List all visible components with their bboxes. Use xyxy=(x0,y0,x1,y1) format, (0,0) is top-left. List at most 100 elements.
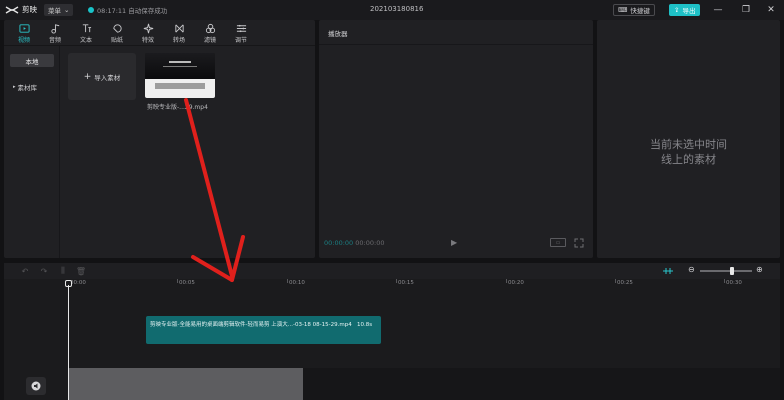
tab-sticker[interactable]: 贴纸 xyxy=(103,22,131,44)
clip-title: 剪映专业版-全能易用的桌面端剪辑软件-轻而易剪 上演大...-03-18 08-… xyxy=(150,322,352,328)
split-button[interactable]: ⫼ xyxy=(58,266,68,276)
play-button[interactable]: ▶ xyxy=(451,238,457,247)
tab-label: 音频 xyxy=(48,36,61,44)
shortcut-label: 快捷键 xyxy=(630,7,650,15)
export-label: 导出 xyxy=(682,7,696,15)
ruler-label: 00:00 xyxy=(70,280,86,286)
zoom-in-icon[interactable]: ⊕ xyxy=(756,265,763,274)
maximize-button[interactable]: ❐ xyxy=(739,3,753,17)
autosave-dot-icon xyxy=(88,7,94,13)
shortcut-button[interactable]: ⌨ 快捷键 xyxy=(613,4,655,16)
tab-label: 文本 xyxy=(79,36,92,44)
total-time: 00:00:00 xyxy=(355,239,385,247)
ruler-label: 00:15 xyxy=(398,280,414,286)
track-audio-button[interactable] xyxy=(26,377,46,395)
timeline-panel: ↶ ↷ ⫼ 🗑 ⊖ ⊕ 00:00 00:05 00:10 00:15 00:2… xyxy=(4,263,780,400)
media-thumbnail-label: 剪映专业版-...29.mp4 xyxy=(147,104,208,111)
split-icon: ⫼ xyxy=(61,266,65,275)
player-title: 播放器 xyxy=(328,30,348,38)
fullscreen-icon[interactable] xyxy=(574,238,584,248)
tab-video[interactable]: 视频 xyxy=(10,22,38,44)
effects-icon xyxy=(143,23,153,33)
player-time-readout: 00:00:00 00:00:00 xyxy=(324,239,384,247)
media-thumbnail[interactable] xyxy=(145,53,215,98)
zoom-controls: ⊖ ⊕ xyxy=(662,265,766,277)
zoom-slider[interactable] xyxy=(700,270,752,272)
ruler-label: 00:20 xyxy=(508,280,524,286)
redo-icon: ↷ xyxy=(40,266,48,276)
sidebar-item-label: 素材库 xyxy=(17,83,38,92)
delete-icon: 🗑 xyxy=(75,266,87,276)
minimize-icon: — xyxy=(713,5,723,15)
sidebar-item-label: 本地 xyxy=(25,57,39,66)
minimize-button[interactable]: — xyxy=(711,3,725,17)
empty-selection-message: 当前未选中时间 线上的素材 xyxy=(597,137,780,167)
tab-label: 转场 xyxy=(172,36,185,44)
video-icon xyxy=(18,23,30,33)
clip-duration: 10.8s xyxy=(357,322,373,328)
delete-button[interactable]: 🗑 xyxy=(76,266,86,276)
close-button[interactable]: ✕ xyxy=(764,3,778,17)
undo-icon: ↶ xyxy=(21,266,29,276)
transition-icon xyxy=(174,24,184,32)
asset-toolbar: 视频 音频 文本 贴纸 特效 转场 滤镜 调节 xyxy=(4,20,315,46)
playhead[interactable] xyxy=(68,285,69,400)
chevron-down-icon: ⌄ xyxy=(64,6,70,14)
timeline-video-clip[interactable]: 剪映专业版-全能易用的桌面端剪辑软件-轻而易剪 上演大...-03-18 08-… xyxy=(146,316,381,344)
play-icon: ▶ xyxy=(451,238,458,247)
link-tracks-icon[interactable] xyxy=(662,266,674,276)
text-icon xyxy=(82,23,91,32)
media-panel: 视频 音频 文本 贴纸 特效 转场 滤镜 调节 本地 ▸ 素材库 + 导入素材 … xyxy=(4,20,315,258)
autosave-status: 08:17:11 自动保存成功 xyxy=(88,5,167,15)
ruler-label: 00:10 xyxy=(289,280,305,286)
app-logo: 剪映 xyxy=(5,4,37,15)
zoom-out-icon[interactable]: ⊖ xyxy=(688,265,695,274)
caret-right-icon: ▸ xyxy=(13,83,16,90)
capcut-logo-icon xyxy=(5,5,19,14)
main-track-clip[interactable] xyxy=(68,368,303,400)
tab-filter[interactable]: 滤镜 xyxy=(196,22,224,44)
tab-text[interactable]: 文本 xyxy=(72,22,100,44)
tab-transition[interactable]: 转场 xyxy=(165,22,193,44)
redo-button[interactable]: ↷ xyxy=(39,266,49,276)
tab-audio[interactable]: 音频 xyxy=(41,22,69,44)
menu-label: 菜单 xyxy=(48,7,61,15)
adjust-icon xyxy=(236,24,246,32)
project-name: 202103180816 xyxy=(370,5,424,13)
timeline-toolbar: ↶ ↷ ⫼ 🗑 ⊖ ⊕ xyxy=(4,263,780,279)
keyboard-icon: ⌨ xyxy=(618,6,628,14)
export-button[interactable]: ⇪ 导出 xyxy=(669,4,701,16)
audio-icon xyxy=(50,23,59,34)
import-label: 导入素材 xyxy=(94,73,121,82)
menu-button[interactable]: 菜单 ⌄ xyxy=(44,4,74,16)
ruler-label: 00:25 xyxy=(617,280,633,286)
sidebar-item-local[interactable]: 本地 xyxy=(10,54,54,67)
sticker-icon xyxy=(112,23,122,33)
player-panel: 播放器 00:00:00 00:00:00 ▶ ▭ xyxy=(319,20,593,258)
ruler-label: 00:05 xyxy=(179,280,195,286)
media-side-nav: 本地 ▸ 素材库 xyxy=(4,46,60,258)
tab-adjust[interactable]: 调节 xyxy=(227,22,255,44)
properties-panel: 当前未选中时间 线上的素材 xyxy=(597,20,780,258)
close-icon: ✕ xyxy=(767,5,775,15)
app-name: 剪映 xyxy=(22,5,37,14)
current-time: 00:00:00 xyxy=(324,239,354,247)
maximize-icon: ❐ xyxy=(741,5,751,15)
ratio-icon: ▭ xyxy=(555,239,561,246)
tab-label: 调节 xyxy=(234,36,247,44)
title-bar: 剪映 菜单 ⌄ 08:17:11 自动保存成功 202103180816 ⌨ 快… xyxy=(0,0,784,20)
tab-label: 特效 xyxy=(141,36,154,44)
empty-message-line2: 线上的素材 xyxy=(661,153,716,166)
tab-effects[interactable]: 特效 xyxy=(134,22,162,44)
export-icon: ⇪ xyxy=(674,6,680,14)
ratio-button[interactable]: ▭ xyxy=(550,238,566,247)
timeline-ruler[interactable]: 00:00 00:05 00:10 00:15 00:20 00:25 00:3… xyxy=(4,279,780,291)
import-media-button[interactable]: + 导入素材 xyxy=(68,53,136,100)
undo-button[interactable]: ↶ xyxy=(20,266,30,276)
autosave-text: 08:17:11 自动保存成功 xyxy=(97,7,168,15)
plus-icon: + xyxy=(83,71,92,82)
speaker-icon xyxy=(31,381,41,391)
sidebar-item-library[interactable]: ▸ 素材库 xyxy=(10,80,54,93)
empty-message-line1: 当前未选中时间 xyxy=(650,138,727,151)
zoom-slider-handle[interactable] xyxy=(730,267,734,275)
